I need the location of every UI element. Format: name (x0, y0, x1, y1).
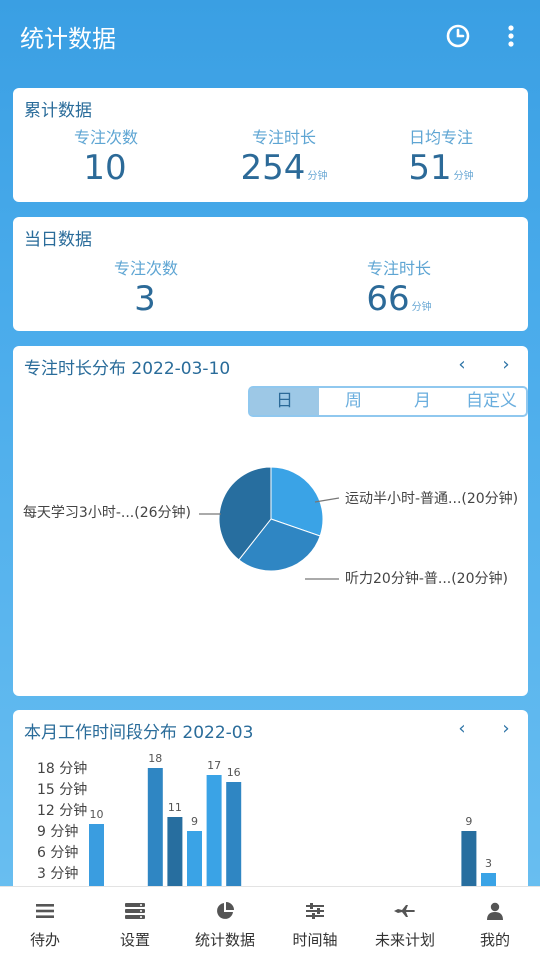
bar-value-label: 9 (465, 815, 472, 828)
bar-chart: 18 分钟 15 分钟 12 分钟 9 分钟 6 分钟 3 分钟 10 18 11 9 17 16 9 3 (37, 752, 496, 886)
cumulative-card: 累计数据 专注次数 10 专注时长 254 分钟 日均专注 51 分钟 (13, 88, 528, 202)
segment-month[interactable]: 月 (388, 388, 457, 415)
stat-daily-focus-count: 专注次数 3 (101, 255, 191, 327)
y-axis-label: 6 分钟 (37, 844, 78, 861)
bar-value-label: 9 (191, 815, 198, 828)
segment-day[interactable]: 日 (250, 388, 319, 415)
bar-value-label: 18 (148, 752, 162, 765)
bar (481, 873, 496, 886)
bar (167, 817, 183, 886)
settings-icon (125, 901, 145, 921)
tab-label: 待办 (29, 931, 60, 949)
stat-label: 专注时长 (251, 128, 316, 147)
tab-label: 设置 (119, 931, 150, 949)
stat-label: 专注时长 (366, 259, 431, 278)
stat-focus-count: 专注次数 10 (61, 124, 151, 196)
cumulative-title: 累计数据 (24, 101, 92, 121)
bar (89, 824, 104, 886)
tab-todo[interactable]: 待办 (0, 887, 90, 961)
pie-chart: 运动半小时-普通...(20分钟) 听力20分钟-普...(20分钟) 每天学习3小… (23, 466, 518, 587)
stat-label: 专注次数 (73, 128, 138, 147)
period-segmented-control: 日 周 月 自定义 (248, 386, 528, 417)
stat-label: 专注次数 (113, 259, 178, 278)
bar (147, 768, 163, 886)
bar (187, 831, 202, 886)
daily-card: 当日数据 专注次数 3 专注时长 66 分钟 (13, 217, 528, 331)
bar-value-label: 16 (227, 766, 241, 779)
stat-value: 254 分钟 (240, 148, 328, 188)
user-icon (487, 901, 503, 921)
stat-value: 10 (83, 148, 127, 188)
pie-chart-icon (216, 901, 234, 921)
history-button[interactable] (442, 20, 474, 52)
duration-distribution-card: 专注时长分布 2022-03-10 ‹ › 日 周 月 自定义 运动半小时-普通… (13, 346, 528, 696)
pie-slice-label: 听力20分钟-普...(20分钟) (345, 570, 508, 587)
timeline-icon (306, 901, 324, 921)
stat-label: 日均专注 (408, 128, 473, 147)
more-vert-icon (508, 25, 514, 47)
bar (461, 831, 477, 886)
stat-daily-focus-duration: 专注时长 66 分钟 (349, 255, 449, 327)
y-axis-label: 9 分钟 (37, 823, 78, 840)
pie-slice-label: 每天学习3小时-...(26分钟) (23, 504, 191, 521)
tab-timeline[interactable]: 时间轴 (270, 887, 360, 961)
more-options-button[interactable] (495, 20, 527, 52)
tab-label: 未来计划 (374, 931, 435, 949)
bar-next-button[interactable]: › (496, 718, 516, 739)
tab-future-plans[interactable]: 未来计划 (360, 887, 450, 961)
work-hours-distribution-card: 本月工作时间段分布 2022-03 ‹ › 18 分钟 15 分钟 12 分钟 9 分… (13, 710, 528, 886)
tab-label: 统计数据 (194, 931, 255, 949)
y-axis-label: 3 分钟 (37, 865, 78, 882)
page-title: 统计数据 (20, 25, 116, 53)
segment-custom[interactable]: 自定义 (457, 388, 526, 415)
tab-statistics[interactable]: 统计数据 (180, 887, 270, 961)
tab-label: 我的 (479, 931, 510, 949)
pie-slice-label: 运动半小时-普通...(20分钟) (345, 490, 518, 507)
y-axis-label: 15 分钟 (37, 781, 87, 798)
bar-card-title: 本月工作时间段分布 2022-03 (24, 723, 254, 743)
y-axis-label: 12 分钟 (37, 802, 87, 819)
segment-week[interactable]: 周 (319, 388, 388, 415)
bar-value-label: 11 (168, 801, 182, 814)
pie-card-title: 专注时长分布 2022-03-10 (24, 359, 231, 379)
stat-value: 3 (134, 279, 156, 319)
app-bar: 统计数据 (0, 0, 540, 72)
bar-prev-button[interactable]: ‹ (452, 718, 472, 739)
bar (206, 775, 222, 886)
stat-focus-duration: 专注时长 254 分钟 (225, 124, 343, 196)
pie-next-button[interactable]: › (496, 354, 516, 375)
daily-title: 当日数据 (24, 230, 92, 250)
tab-label: 时间轴 (292, 931, 338, 949)
stat-daily-average: 日均专注 51 分钟 (391, 124, 491, 196)
bar (226, 782, 242, 886)
clock-icon (446, 24, 470, 48)
tab-me[interactable]: 我的 (450, 887, 540, 961)
pie-prev-button[interactable]: ‹ (452, 354, 472, 375)
menu-icon (36, 901, 54, 921)
plane-icon (394, 901, 416, 921)
bar-value-label: 3 (485, 857, 492, 870)
stat-value: 66 分钟 (366, 279, 432, 319)
y-axis-label: 18 分钟 (37, 760, 87, 777)
bar-value-label: 17 (207, 759, 221, 772)
stat-value: 51 分钟 (408, 148, 474, 188)
bottom-navigation: 待办 设置 统计数据 时间轴 未来计划 我的 (0, 886, 540, 961)
tab-settings[interactable]: 设置 (90, 887, 180, 961)
bar-value-label: 10 (90, 808, 104, 821)
